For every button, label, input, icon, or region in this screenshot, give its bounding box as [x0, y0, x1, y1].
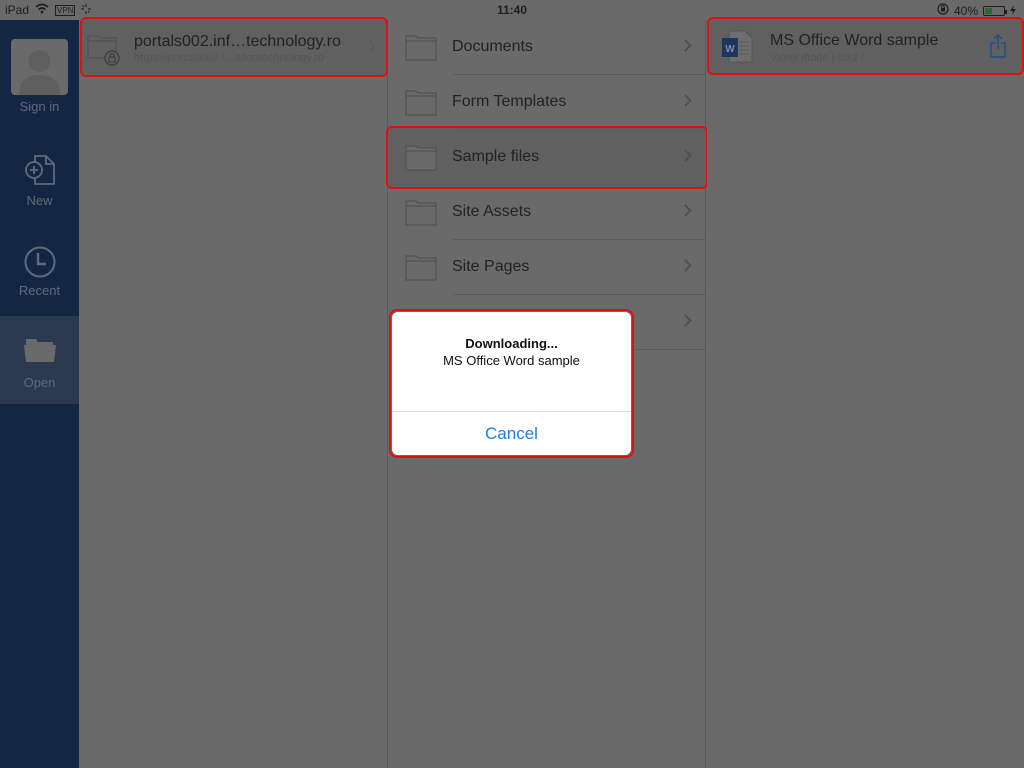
download-dialog: Downloading... MS Office Word sample Can…: [392, 312, 631, 455]
chevron-right-icon: [684, 149, 692, 167]
files-column: W MS Office Word sample Viorel Iftode | …: [707, 17, 1024, 768]
sidebar-item-label: Open: [23, 375, 56, 390]
dialog-message: MS Office Word sample: [443, 353, 580, 368]
folder-open-icon: [0, 336, 79, 364]
chevron-right-icon: [684, 259, 692, 277]
sidebar-item-recent[interactable]: Recent: [0, 228, 79, 316]
file-row[interactable]: W MS Office Word sample Viorel Iftode | …: [707, 20, 1024, 75]
folder-icon: [405, 143, 437, 176]
charging-icon: [1010, 4, 1016, 18]
folder-name: Site Pages: [452, 258, 530, 275]
folder-row[interactable]: Form Templates: [389, 75, 706, 130]
site-url: https://portals002.i…ationtechnology.ro: [134, 52, 324, 64]
chevron-right-icon: [684, 204, 692, 222]
chevron-right-icon: [684, 39, 692, 57]
sidebar-item-open[interactable]: Open: [0, 316, 79, 404]
chevron-right-icon: [684, 314, 692, 332]
new-document-icon: [0, 154, 79, 188]
sidebar: Sign in New Recent Open: [0, 20, 79, 768]
clock: 11:40: [496, 3, 528, 17]
sidebar-item-label: Recent: [18, 283, 61, 298]
file-subtitle: Viorel Iftode | 08:27: [770, 52, 865, 64]
clock-icon: [0, 245, 79, 279]
word-document-icon: W: [720, 29, 754, 70]
site-row[interactable]: portals002.inf…technology.ro https://por…: [79, 20, 388, 76]
folder-row[interactable]: Sample files: [389, 130, 706, 185]
file-title: MS Office Word sample: [770, 32, 939, 49]
folder-row[interactable]: Site Assets: [389, 185, 706, 240]
folder-icon: [405, 253, 437, 286]
folder-name: Form Templates: [452, 93, 567, 110]
sidebar-item-label: Sign in: [19, 99, 60, 114]
site-title: portals002.inf…technology.ro: [134, 33, 341, 50]
chevron-right-icon: [684, 94, 692, 112]
folder-name: Sample files: [452, 148, 540, 165]
folder-name: Site Assets: [452, 203, 532, 220]
sidebar-item-label: New: [26, 193, 53, 208]
battery-percent: 40%: [953, 3, 978, 18]
sidebar-item-new[interactable]: New: [0, 138, 79, 226]
locations-column: portals002.inf…technology.ro https://por…: [79, 17, 388, 768]
cancel-button[interactable]: Cancel: [392, 412, 631, 455]
svg-text:W: W: [725, 44, 735, 55]
locked-folder-icon: [86, 32, 122, 71]
folder-row[interactable]: Site Pages: [389, 240, 706, 295]
sidebar-item-sign-in[interactable]: Sign in: [0, 20, 79, 128]
chevron-right-icon: [368, 40, 376, 58]
folder-row[interactable]: Documents: [389, 20, 706, 75]
folder-icon: [405, 198, 437, 231]
battery-fill: [985, 7, 993, 14]
avatar-icon: [11, 39, 68, 95]
folder-icon: [405, 33, 437, 66]
orientation-lock-icon: [937, 3, 949, 18]
battery-icon: [983, 5, 1007, 16]
folder-icon: [405, 88, 437, 121]
folder-name: Documents: [452, 38, 533, 55]
dialog-title: Downloading...: [465, 336, 558, 351]
share-icon[interactable]: [989, 34, 1007, 63]
